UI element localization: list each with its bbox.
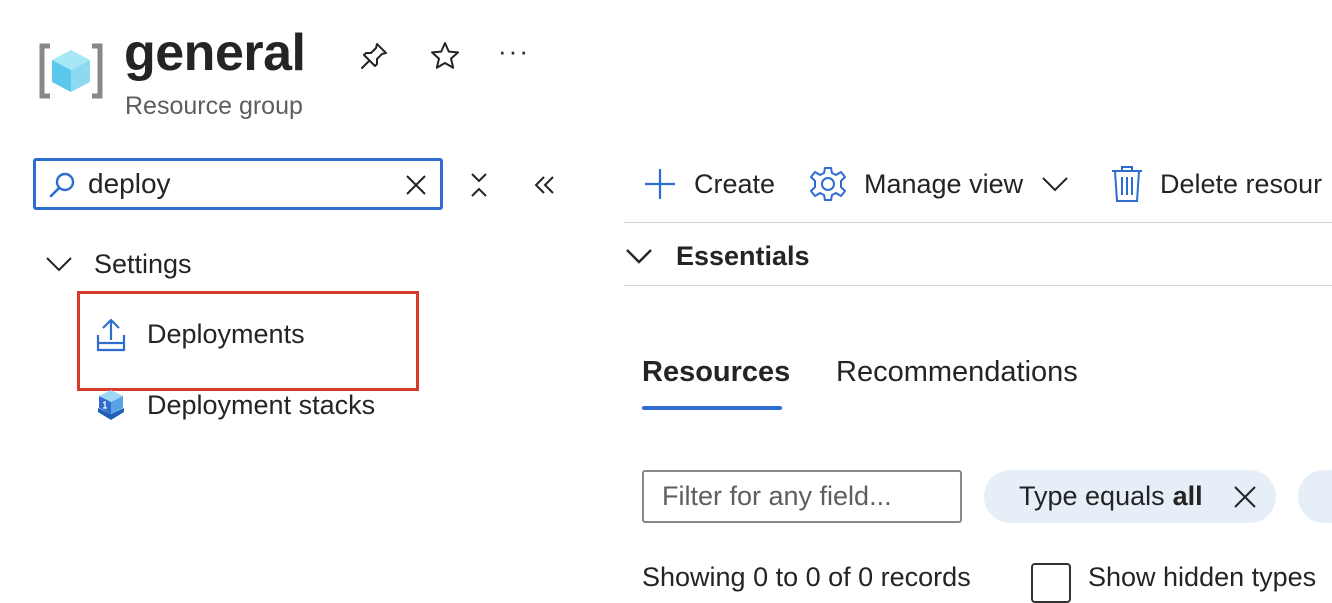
delete-label: Delete resour	[1160, 168, 1323, 199]
active-tab-indicator	[642, 406, 782, 410]
plus-icon	[645, 169, 675, 199]
highlight-box	[77, 291, 419, 391]
chevron-down-icon	[46, 257, 72, 272]
trash-icon	[1112, 166, 1142, 202]
essentials-toggle[interactable]: Essentials	[624, 236, 810, 276]
add-filter-pill[interactable]	[1298, 470, 1332, 523]
pin-button[interactable]	[354, 36, 394, 76]
double-chevron-left-icon	[534, 176, 554, 194]
deployment-stacks-icon	[94, 386, 128, 424]
hide-menu-button[interactable]	[532, 172, 558, 198]
collapse-all-icon	[471, 173, 487, 197]
toolbar-divider	[624, 222, 1332, 223]
nav-item-deployment-stacks[interactable]: Deployment stacks	[94, 383, 375, 427]
search-input[interactable]	[88, 165, 388, 203]
records-count-text: Showing 0 to 0 of 0 records	[642, 562, 971, 592]
essentials-divider	[624, 285, 1332, 286]
create-label: Create	[694, 168, 776, 199]
create-button[interactable]: Create	[642, 160, 775, 208]
show-hidden-types-checkbox[interactable]	[1031, 563, 1071, 603]
collapse-all-button[interactable]	[466, 170, 492, 200]
nav-group-label: Settings	[94, 248, 192, 279]
pill-value: all	[1172, 481, 1203, 511]
type-filter-pill[interactable]: Type equals all	[984, 470, 1276, 523]
manage-view-label: Manage view	[864, 168, 1024, 199]
essentials-label: Essentials	[676, 240, 810, 271]
gear-icon	[810, 167, 846, 201]
page-subtitle: Resource group	[125, 92, 303, 120]
tab-recommendations[interactable]: Recommendations	[836, 352, 1078, 392]
chevron-down-icon	[626, 249, 652, 264]
search-icon	[49, 172, 75, 198]
show-hidden-types-label: Show hidden types	[1088, 562, 1317, 592]
menu-search-box[interactable]	[33, 158, 443, 210]
pin-icon	[361, 43, 387, 69]
remove-filter-icon[interactable]	[1232, 484, 1258, 510]
star-icon	[431, 42, 459, 69]
ellipsis-icon: ···	[498, 36, 530, 66]
delete-resources-button[interactable]: Delete resour	[1110, 160, 1322, 208]
tab-resources[interactable]: Resources	[642, 352, 790, 392]
nav-group-settings[interactable]: Settings	[44, 244, 192, 284]
chevron-down-icon	[1042, 177, 1068, 192]
pill-prefix: Type equals	[1019, 481, 1165, 511]
resource-group-icon	[38, 40, 104, 102]
clear-search-icon[interactable]	[404, 173, 428, 197]
more-options-button[interactable]: ···	[494, 36, 534, 76]
filter-input[interactable]	[642, 470, 962, 523]
manage-view-button[interactable]: Manage view	[808, 160, 1069, 208]
nav-item-label: Deployment stacks	[147, 389, 376, 420]
favorite-button[interactable]	[425, 36, 465, 76]
page-title: general	[124, 24, 306, 82]
